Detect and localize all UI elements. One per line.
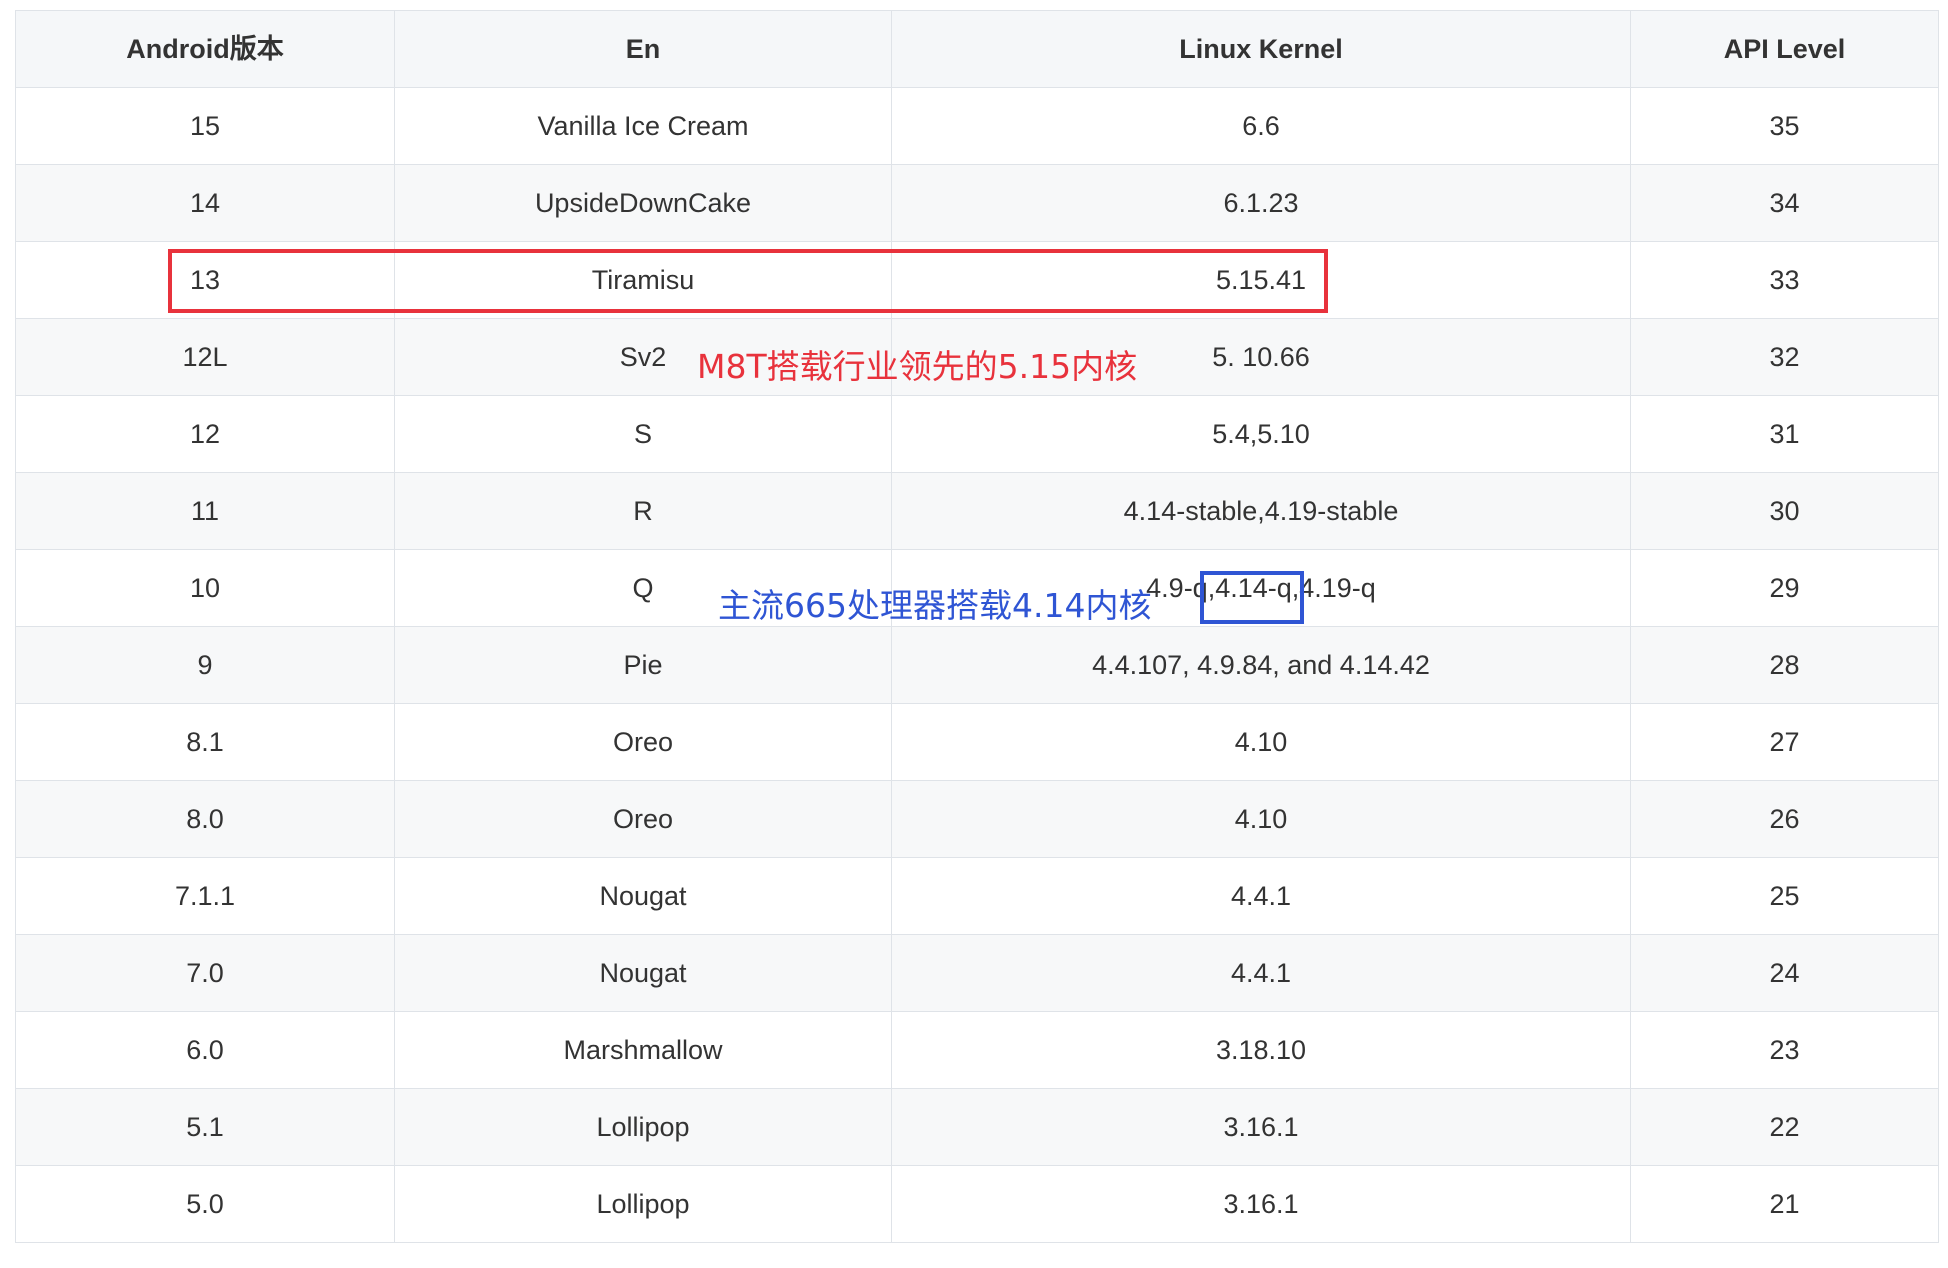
android-version-cell: 5.0 (15, 1165, 395, 1243)
api-level-cell: 29 (1630, 549, 1939, 627)
kernel-cell: 3.16.1 (891, 1088, 1631, 1166)
android-version-cell: 12L (15, 318, 395, 396)
codename-cell: UpsideDownCake (394, 164, 892, 242)
api-level-cell: 25 (1630, 857, 1939, 935)
codename-cell: R (394, 472, 892, 550)
android-version-cell: 8.1 (15, 703, 395, 781)
header-api-level: API Level (1630, 10, 1939, 88)
header-android-version: Android版本 (15, 10, 395, 88)
red-annotation: M8T搭载行业领先的5.15内核 (697, 347, 1138, 386)
kernel-cell: 4.10 (891, 703, 1631, 781)
api-level-cell: 31 (1630, 395, 1939, 473)
table-row: 14 UpsideDownCake 6.1.23 34 (15, 164, 1939, 242)
android-version-cell: 15 (15, 87, 395, 165)
android-version-cell: 8.0 (15, 780, 395, 858)
kernel-cell: 4.4.1 (891, 934, 1631, 1012)
kernel-cell: 3.18.10 (891, 1011, 1631, 1089)
table-row: 12 S 5.4,5.10 31 (15, 395, 1939, 473)
android-version-cell: 11 (15, 472, 395, 550)
codename-cell: S (394, 395, 892, 473)
table-row: 8.1 Oreo 4.10 27 (15, 703, 1939, 781)
android-version-cell: 7.0 (15, 934, 395, 1012)
android-version-cell: 12 (15, 395, 395, 473)
header-en: En (394, 10, 892, 88)
table-row: 6.0 Marshmallow 3.18.10 23 (15, 1011, 1939, 1089)
kernel-cell: 4.4.107, 4.9.84, and 4.14.42 (891, 626, 1631, 704)
table-row: 15 Vanilla Ice Cream 6.6 35 (15, 87, 1939, 165)
api-level-cell: 26 (1630, 780, 1939, 858)
kernel-cell: 6.6 (891, 87, 1631, 165)
table-row: 5.0 Lollipop 3.16.1 21 (15, 1165, 1939, 1243)
blue-highlight-box (1200, 571, 1304, 624)
table-row: 9 Pie 4.4.107, 4.9.84, and 4.14.42 28 (15, 626, 1939, 704)
api-level-cell: 21 (1630, 1165, 1939, 1243)
codename-cell: Nougat (394, 857, 892, 935)
codename-cell: Lollipop (394, 1165, 892, 1243)
codename-cell: Marshmallow (394, 1011, 892, 1089)
codename-cell: Oreo (394, 780, 892, 858)
api-level-cell: 35 (1630, 87, 1939, 165)
kernel-cell: 5.4,5.10 (891, 395, 1631, 473)
kernel-cell: 6.1.23 (891, 164, 1631, 242)
kernel-cell: 4.14-stable,4.19-stable (891, 472, 1631, 550)
kernel-cell: 4.10 (891, 780, 1631, 858)
table-row: 11 R 4.14-stable,4.19-stable 30 (15, 472, 1939, 550)
api-level-cell: 23 (1630, 1011, 1939, 1089)
blue-annotation: 主流665处理器搭载4.14内核 (718, 586, 1152, 625)
android-version-cell: 7.1.1 (15, 857, 395, 935)
codename-cell: Vanilla Ice Cream (394, 87, 892, 165)
api-level-cell: 33 (1630, 241, 1939, 319)
kernel-cell: 4.4.1 (891, 857, 1631, 935)
api-level-cell: 24 (1630, 934, 1939, 1012)
api-level-cell: 27 (1630, 703, 1939, 781)
api-level-cell: 32 (1630, 318, 1939, 396)
api-level-cell: 22 (1630, 1088, 1939, 1166)
table-row: 5.1 Lollipop 3.16.1 22 (15, 1088, 1939, 1166)
android-version-cell: 6.0 (15, 1011, 395, 1089)
codename-cell: Oreo (394, 703, 892, 781)
codename-cell: Lollipop (394, 1088, 892, 1166)
codename-cell: Pie (394, 626, 892, 704)
kernel-cell: 3.16.1 (891, 1165, 1631, 1243)
table-row: 7.0 Nougat 4.4.1 24 (15, 934, 1939, 1012)
api-level-cell: 34 (1630, 164, 1939, 242)
android-version-cell: 14 (15, 164, 395, 242)
table-row: 8.0 Oreo 4.10 26 (15, 780, 1939, 858)
table-row: 7.1.1 Nougat 4.4.1 25 (15, 857, 1939, 935)
android-version-cell: 5.1 (15, 1088, 395, 1166)
api-level-cell: 30 (1630, 472, 1939, 550)
android-version-cell: 9 (15, 626, 395, 704)
codename-cell: Nougat (394, 934, 892, 1012)
red-highlight-box (168, 249, 1328, 313)
header-linux-kernel: Linux Kernel (891, 10, 1631, 88)
android-version-cell: 10 (15, 549, 395, 627)
table-header-row: Android版本 En Linux Kernel API Level (15, 10, 1939, 88)
api-level-cell: 28 (1630, 626, 1939, 704)
